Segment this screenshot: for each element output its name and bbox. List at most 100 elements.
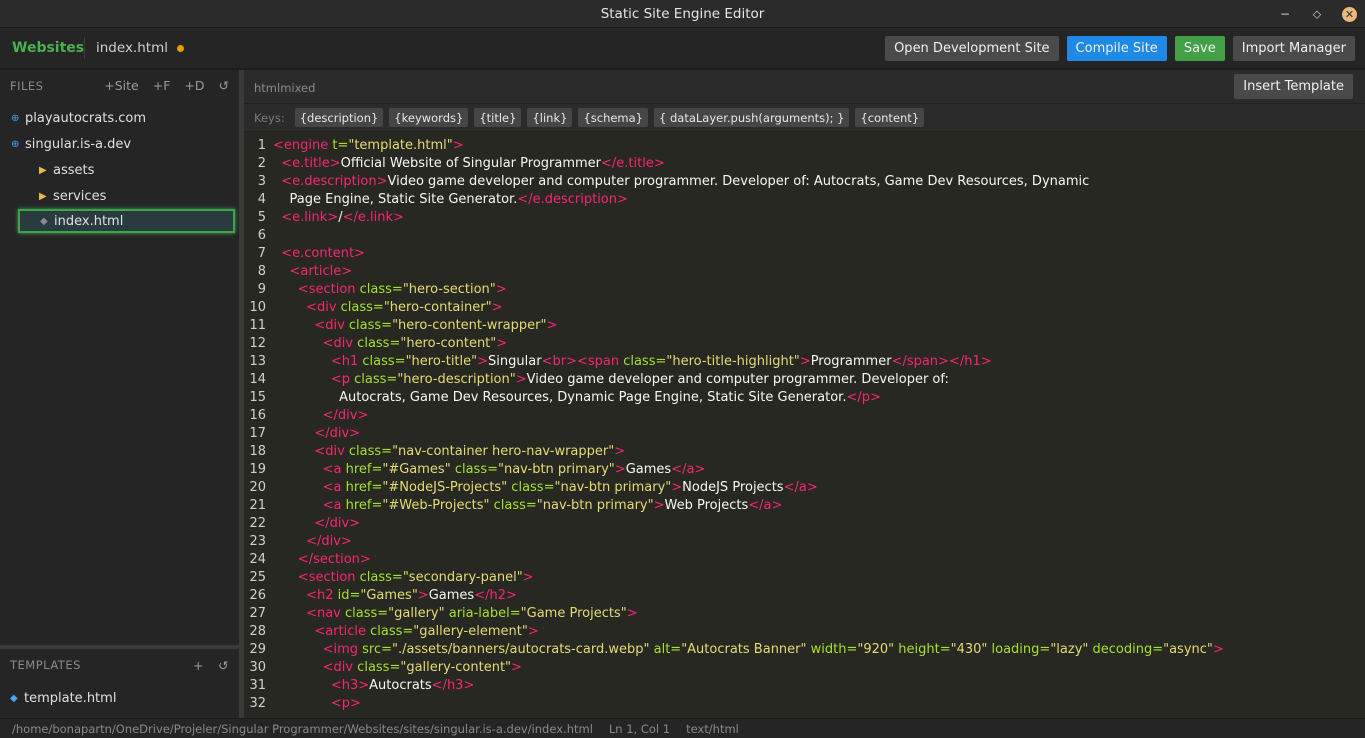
code-token: </span></h1> — [891, 354, 992, 369]
template-item[interactable]: ◆ template.html — [0, 686, 239, 710]
code-line[interactable]: 4 Page Engine, Static Site Generator.</e… — [244, 191, 1365, 209]
tree-item-services[interactable]: ▶ services — [0, 183, 239, 209]
code-line[interactable]: 11 <div class="hero-content-wrapper"> — [244, 317, 1365, 335]
code-line[interactable]: 25 <section class="secondary-panel"> — [244, 569, 1365, 587]
code-editor[interactable]: 1 <engine t="template.html"> 2 <e.title>Of… — [244, 137, 1365, 718]
key-description[interactable]: {description} — [294, 108, 384, 127]
add-site-button[interactable]: +Site — [104, 78, 138, 93]
save-button[interactable]: Save — [1174, 36, 1225, 61]
maximize-button[interactable]: ⬦ — [1310, 7, 1324, 22]
code-line[interactable]: 18 <div class="nav-container hero-nav-wr… — [244, 443, 1365, 461]
key-content[interactable]: {content} — [855, 108, 925, 127]
code-line[interactable]: 32 <p> — [244, 695, 1365, 713]
templates-header: TEMPLATES + ↺ — [0, 651, 239, 679]
tree-item-playautocrats[interactable]: ⊕ playautocrats.com — [0, 105, 239, 131]
code-line[interactable]: 13 <h1 class="hero-title">Singular<br><s… — [244, 353, 1365, 371]
folder-icon: ▶ — [39, 164, 47, 176]
code-token: </div> — [306, 534, 352, 549]
code-token: class= — [355, 282, 403, 297]
code-token: "hero-content" — [400, 336, 497, 351]
code-token: > — [546, 318, 558, 333]
code-line[interactable]: 27 <nav class="gallery" aria-label="Game… — [244, 605, 1365, 623]
code-token: <a — [322, 480, 342, 495]
code-line[interactable]: 1 <engine t="template.html"> — [244, 137, 1365, 155]
code-line[interactable]: 29 <img src="./assets/banners/autocrats-… — [244, 641, 1365, 659]
line-number: 2 — [257, 156, 266, 171]
code-token: class= — [358, 354, 406, 369]
code-line[interactable]: 8 <article> — [244, 263, 1365, 281]
code-line[interactable]: 6 — [244, 227, 1365, 245]
code-line[interactable]: 9 <section class="hero-section"> — [244, 281, 1365, 299]
code-line[interactable]: 15 Autocrats, Game Dev Resources, Dynami… — [244, 389, 1365, 407]
key-title[interactable]: {title} — [474, 108, 522, 127]
open-development-site-button[interactable]: Open Development Site — [885, 36, 1059, 61]
code-line[interactable]: 5 <e.link>/</e.link> — [244, 209, 1365, 227]
code-token: class= — [353, 660, 401, 675]
add-template-button[interactable]: + — [193, 658, 204, 673]
tree-item-singular[interactable]: ⊕ singular.is-a.dev — [0, 131, 239, 157]
line-number: 11 — [249, 318, 266, 333]
code-line[interactable]: 19 <a href="#Games" class="nav-btn prima… — [244, 461, 1365, 479]
template-item-label: template.html — [24, 690, 117, 706]
code-line[interactable]: 28 <article class="gallery-element"> — [244, 623, 1365, 641]
code-line[interactable]: 21 <a href="#Web-Projects" class="nav-bt… — [244, 497, 1365, 515]
code-line[interactable]: 24 </section> — [244, 551, 1365, 569]
code-line[interactable]: 14 <p class="hero-description">Video gam… — [244, 371, 1365, 389]
add-directory-button[interactable]: +D — [184, 78, 204, 93]
code-token: class= — [366, 624, 414, 639]
code-line[interactable]: 26 <h2 id="Games">Games</h2> — [244, 587, 1365, 605]
top-toolbar: Websites index.html Open Development Sit… — [0, 28, 1365, 69]
code-token: Autocrats, Game Dev Resources, Dynamic P… — [273, 390, 847, 405]
keys-bar: Keys: {description} {keywords} {title} {… — [244, 104, 1365, 132]
refresh-files-icon[interactable]: ↺ — [219, 78, 229, 93]
key-datalayer[interactable]: { dataLayer.push(arguments); } — [654, 108, 850, 127]
sidebar-splitter[interactable] — [0, 645, 239, 649]
key-link[interactable]: {link} — [527, 108, 573, 127]
code-token: "nav-container hero-nav-wrapper" — [392, 444, 615, 459]
tree-item-index-html[interactable]: ◆ index.html — [18, 209, 235, 233]
line-number: 30 — [249, 660, 266, 675]
code-line[interactable]: 2 <e.title>Official Website of Singular … — [244, 155, 1365, 173]
code-line[interactable]: 20 <a href="#NodeJS-Projects" class="nav… — [244, 479, 1365, 497]
line-text: </div> — [272, 515, 360, 533]
folder-icon: ▶ — [39, 190, 47, 202]
code-token: > — [496, 336, 508, 351]
insert-template-button[interactable]: Insert Template — [1234, 74, 1353, 99]
editor-panel: htmlmixed Insert Template Keys: {descrip… — [244, 70, 1365, 718]
close-button[interactable]: ✕ — [1342, 6, 1357, 22]
code-token: Official Website of Singular Programmer — [340, 156, 602, 171]
code-line[interactable]: 22 </div> — [244, 515, 1365, 533]
code-line[interactable]: 3 <e.description>Video game developer an… — [244, 173, 1365, 191]
line-text: <div class="hero-content"> — [272, 335, 508, 353]
code-line[interactable]: 23 </div> — [244, 533, 1365, 551]
compile-site-button[interactable]: Compile Site — [1066, 36, 1167, 61]
code-line[interactable]: 17 </div> — [244, 425, 1365, 443]
code-line[interactable]: 30 <div class="gallery-content"> — [244, 659, 1365, 677]
import-manager-button[interactable]: Import Manager — [1232, 36, 1355, 61]
line-text: </div> — [272, 533, 352, 551]
code-line[interactable]: 10 <div class="hero-container"> — [244, 299, 1365, 317]
code-line[interactable]: 7 <e.content> — [244, 245, 1365, 263]
add-file-button[interactable]: +F — [153, 78, 171, 93]
code-token: > — [1212, 642, 1224, 657]
code-token: height= — [894, 642, 951, 657]
tree-item-assets[interactable]: ▶ assets — [0, 157, 239, 183]
code-token: "lazy" — [1050, 642, 1089, 657]
code-line[interactable]: 31 <h3>Autocrats</h3> — [244, 677, 1365, 695]
key-schema[interactable]: {schema} — [578, 108, 648, 127]
tree-item-label: playautocrats.com — [25, 110, 147, 126]
code-token: <a — [322, 462, 342, 477]
window-title: Static Site Engine Editor — [600, 5, 765, 22]
code-token: "#Web-Projects" — [382, 498, 490, 513]
minimize-button[interactable]: − — [1278, 7, 1292, 21]
line-number: 13 — [249, 354, 266, 369]
line-text: <img src="./assets/banners/autocrats-car… — [272, 641, 1224, 659]
refresh-templates-icon[interactable]: ↺ — [218, 658, 229, 673]
code-line[interactable]: 12 <div class="hero-content"> — [244, 335, 1365, 353]
code-line[interactable]: 16 </div> — [244, 407, 1365, 425]
key-keywords[interactable]: {keywords} — [389, 108, 469, 127]
